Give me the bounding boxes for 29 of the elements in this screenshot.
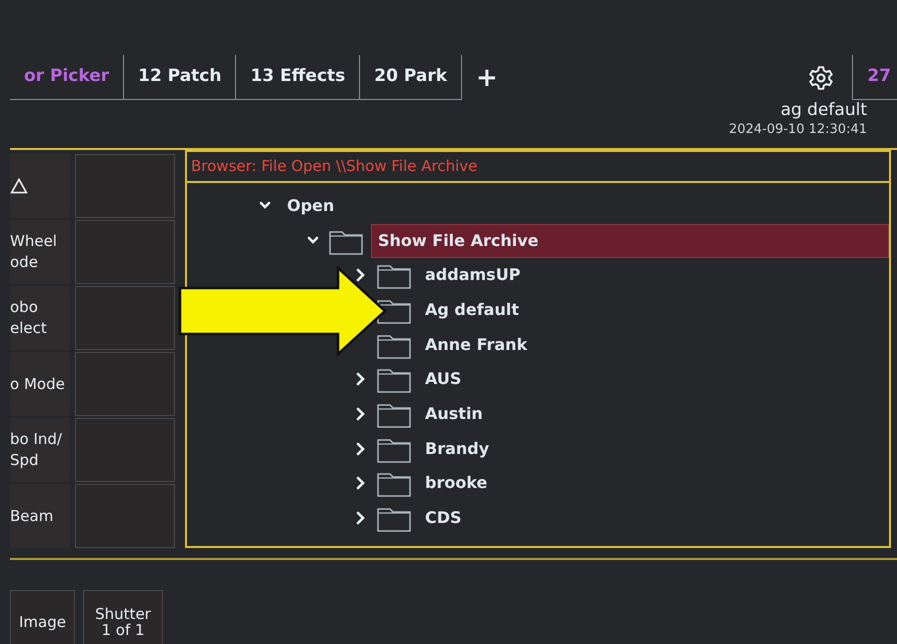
tree-item[interactable]: Show File Archive bbox=[371, 224, 889, 258]
tree-item[interactable]: Ag default bbox=[419, 294, 525, 326]
triangle-icon bbox=[10, 177, 28, 195]
settings-icon[interactable] bbox=[808, 64, 834, 90]
tab[interactable]: 12 Patch bbox=[124, 55, 236, 100]
tree-item[interactable]: Austin bbox=[419, 398, 489, 430]
parameter-button[interactable]: bo Ind/ Spd bbox=[10, 418, 70, 482]
tree-item[interactable]: Open bbox=[281, 190, 340, 222]
parameter-button[interactable]: Shutter 1 of 1 bbox=[83, 590, 163, 644]
add-tab-button[interactable]: + bbox=[462, 55, 512, 100]
triangle-button[interactable] bbox=[10, 154, 70, 218]
tree-item[interactable]: Brandy bbox=[419, 432, 496, 465]
parameter-button[interactable]: o Mode bbox=[10, 352, 70, 416]
parameter-button[interactable]: Beam bbox=[10, 484, 70, 548]
browser-title: Browser: File Open \\Show File Archive bbox=[187, 152, 889, 182]
parameter-button[interactable]: Wheel ode bbox=[10, 220, 70, 284]
show-name: ag default bbox=[780, 100, 867, 120]
tree-item[interactable]: AUS bbox=[419, 363, 468, 396]
timestamp: 2024-09-10 12:30:41 bbox=[728, 121, 867, 140]
tab[interactable]: 27 bbox=[852, 55, 897, 100]
tree-item[interactable]: addamsUP bbox=[419, 259, 526, 292]
parameter-button[interactable]: obo elect bbox=[10, 286, 70, 350]
tree-item[interactable]: brooke bbox=[419, 467, 494, 500]
tree-item[interactable]: Anne Frank bbox=[419, 328, 534, 361]
tab[interactable]: or Picker bbox=[10, 55, 124, 100]
tab[interactable]: 20 Park bbox=[360, 55, 462, 100]
tab[interactable]: 13 Effects bbox=[236, 55, 360, 100]
tree-item[interactable]: CDS bbox=[419, 502, 468, 534]
parameter-button[interactable]: Image bbox=[10, 590, 75, 644]
